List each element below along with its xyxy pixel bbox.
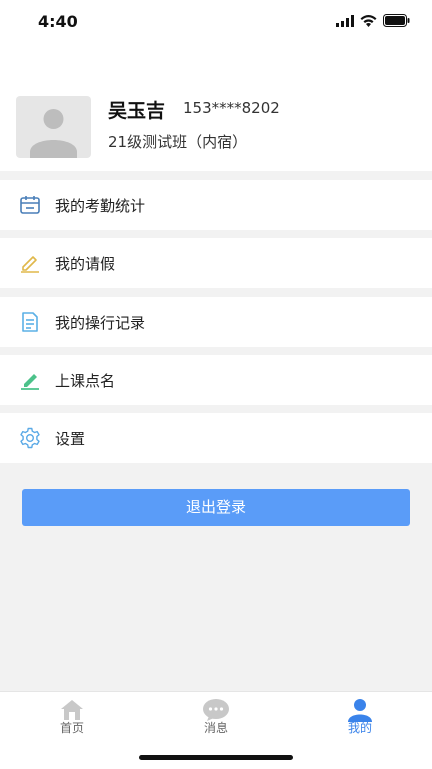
user-phone: 153****8202 (183, 99, 280, 117)
calendar-icon (20, 196, 40, 214)
tab-home[interactable]: 首页 (0, 692, 144, 742)
menu-label: 我的操行记录 (55, 314, 146, 332)
menu-item-roll-call[interactable]: 上课点名 (0, 355, 432, 405)
gear-icon (20, 427, 40, 449)
status-time: 4:40 (38, 12, 78, 31)
avatar[interactable] (16, 96, 91, 158)
tab-messages[interactable]: 消息 (144, 692, 288, 742)
menu-item-attendance-stats[interactable]: 我的考勤统计 (0, 180, 432, 230)
menu-label: 我的请假 (55, 255, 116, 273)
menu-label: 设置 (55, 430, 86, 448)
tab-label: 我的 (347, 721, 372, 735)
signal-icon (336, 14, 354, 27)
document-icon (22, 312, 38, 332)
menu-item-leave[interactable]: 我的请假 (0, 238, 432, 288)
default-avatar-icon (30, 109, 77, 158)
battery-icon (383, 14, 410, 27)
wifi-icon (360, 14, 377, 27)
home-indicator (139, 755, 293, 760)
menu-label: 我的考勤统计 (55, 197, 146, 215)
status-bar: 4:40 (0, 0, 432, 44)
tab-label: 消息 (203, 721, 228, 735)
tab-label: 首页 (59, 721, 84, 735)
user-class: 21级测试班（内宿） (108, 133, 248, 151)
logout-button[interactable]: 退出登录 (22, 489, 410, 526)
menu-item-settings[interactable]: 设置 (0, 413, 432, 463)
status-icons (336, 14, 410, 27)
user-name: 吴玉吉 (108, 100, 166, 122)
pencil-icon (21, 256, 39, 273)
edit-icon (21, 374, 39, 390)
tab-mine[interactable]: 我的 (288, 692, 432, 742)
menu-label: 上课点名 (55, 372, 116, 390)
profile-header: 吴玉吉 153****8202 21级测试班（内宿） (0, 44, 432, 171)
menu-item-conduct-records[interactable]: 我的操行记录 (0, 297, 432, 347)
